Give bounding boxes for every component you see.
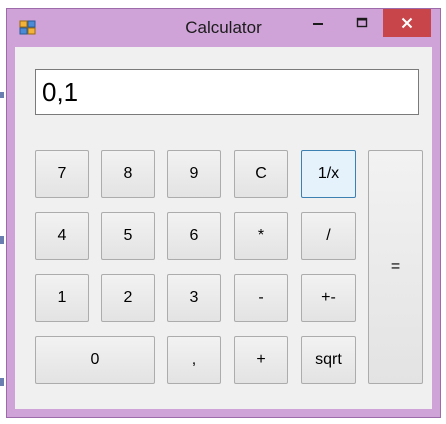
title-bar[interactable]: Calculator — [7, 9, 440, 47]
divide-button[interactable]: / — [301, 212, 356, 260]
digit-0-button[interactable]: 0 — [35, 336, 155, 384]
calculator-body: 0,1 7 8 9 C 1/x 4 5 6 * / 1 2 3 - +- 0 ,… — [15, 47, 432, 409]
digit-7-button[interactable]: 7 — [35, 150, 89, 198]
equals-button[interactable]: = — [368, 150, 423, 384]
subtract-button[interactable]: - — [234, 274, 288, 322]
background-divider — [0, 236, 4, 244]
digit-3-button[interactable]: 3 — [167, 274, 221, 322]
background-divider — [0, 378, 4, 386]
multiply-button[interactable]: * — [234, 212, 288, 260]
digit-6-button[interactable]: 6 — [167, 212, 221, 260]
sqrt-button[interactable]: sqrt — [301, 336, 356, 384]
negate-button[interactable]: +- — [301, 274, 356, 322]
display-field[interactable]: 0,1 — [35, 69, 419, 115]
reciprocal-button[interactable]: 1/x — [301, 150, 356, 198]
digit-2-button[interactable]: 2 — [101, 274, 155, 322]
digit-1-button[interactable]: 1 — [35, 274, 89, 322]
digit-4-button[interactable]: 4 — [35, 212, 89, 260]
calculator-window: Calculator 0,1 7 8 9 C 1/x 4 5 6 * / 1 2… — [6, 8, 441, 418]
clear-button[interactable]: C — [234, 150, 288, 198]
minimize-button[interactable] — [301, 9, 335, 37]
maximize-button[interactable] — [345, 9, 379, 37]
close-button[interactable] — [383, 9, 431, 37]
close-icon — [401, 17, 413, 29]
minimize-icon — [313, 23, 323, 25]
digit-5-button[interactable]: 5 — [101, 212, 155, 260]
digit-8-button[interactable]: 8 — [101, 150, 155, 198]
background-divider — [0, 92, 4, 98]
digit-9-button[interactable]: 9 — [167, 150, 221, 198]
add-button[interactable]: + — [234, 336, 288, 384]
decimal-button[interactable]: , — [167, 336, 221, 384]
maximize-icon — [356, 17, 368, 28]
